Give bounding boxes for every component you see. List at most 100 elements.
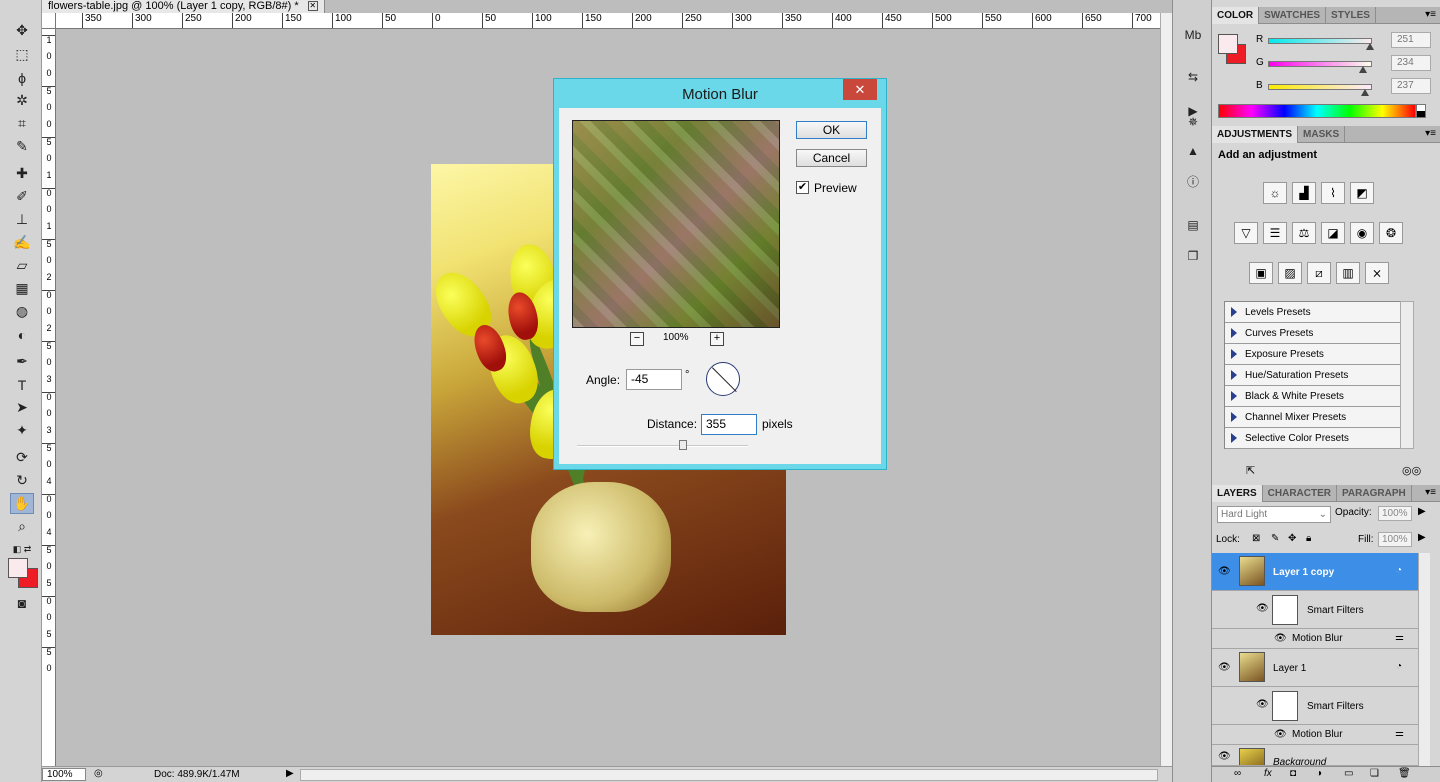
info-icon[interactable]: ⓘ (1181, 170, 1205, 192)
channel-mixer-icon[interactable]: ❂ (1379, 222, 1403, 244)
eyedropper-tool-icon[interactable]: ✎ (10, 136, 34, 157)
path-selection-tool-icon[interactable]: ➤ (10, 397, 34, 418)
lock-all-icon[interactable]: 🔒︎ (1306, 533, 1311, 544)
smart-filters-row[interactable]: 👁︎ Smart Filters (1212, 687, 1418, 725)
tab-color[interactable]: COLOR (1212, 7, 1260, 24)
layer-name[interactable]: Layer 1 copy (1273, 567, 1334, 578)
status-menu-arrow-icon[interactable]: ▶ (286, 768, 294, 779)
expand-view-icon[interactable]: ⇱ (1246, 464, 1255, 477)
histogram-icon[interactable]: ▲ (1181, 140, 1205, 162)
foreground-color-swatch[interactable] (8, 558, 28, 578)
mini-bridge-icon[interactable]: Mb (1181, 24, 1205, 46)
layer-mask-icon[interactable]: ◘ (1290, 768, 1296, 779)
history-icon[interactable]: ⇆ (1181, 66, 1205, 88)
ruler-origin[interactable] (42, 13, 56, 29)
blue-channel-slider[interactable]: B 237 (1256, 78, 1436, 98)
panel-menu-icon[interactable]: ▾≡ (1425, 128, 1436, 139)
layer-style-icon[interactable]: fx (1264, 768, 1272, 779)
color-spectrum-bar[interactable] (1218, 104, 1416, 118)
gradient-tool-icon[interactable]: ▦ (10, 278, 34, 299)
preset-item[interactable]: Curves Presets (1225, 323, 1413, 344)
fill-field[interactable]: 100% (1378, 532, 1412, 547)
panel-menu-icon[interactable]: ▾≡ (1425, 9, 1436, 20)
preview-checkbox[interactable]: ✔ (796, 181, 809, 194)
clone-source-icon[interactable]: ❐ (1181, 245, 1205, 267)
lock-transparency-icon[interactable]: ⊠ (1252, 533, 1260, 544)
close-icon[interactable]: ✕ (307, 1, 318, 12)
visibility-eye-icon[interactable]: 👁︎ (1218, 566, 1231, 577)
red-channel-slider[interactable]: R 251 (1256, 32, 1436, 52)
angle-dial[interactable] (706, 362, 740, 396)
distance-slider-thumb[interactable] (679, 440, 688, 450)
tab-character[interactable]: CHARACTER (1263, 485, 1337, 502)
hue-saturation-icon[interactable]: ☰ (1263, 222, 1287, 244)
notes-icon[interactable]: ▤ (1181, 214, 1205, 236)
horizontal-ruler[interactable]: 350 300 250 200 150 100 50 0 50 100 150 200 250 300 35… (56, 13, 1160, 29)
disclosure-triangle-icon[interactable] (1231, 412, 1237, 423)
tab-styles[interactable]: STYLES (1326, 7, 1376, 24)
blending-options-icon[interactable]: ⚌ (1395, 632, 1404, 643)
green-channel-slider[interactable]: G 234 (1256, 55, 1436, 75)
layer-name[interactable]: Background (1273, 757, 1326, 765)
status-info-icon[interactable]: ◎ (94, 768, 103, 779)
3d-rotate-tool-icon[interactable]: ⟳ (10, 447, 34, 468)
visibility-eye-icon[interactable]: 👁︎ (1218, 751, 1231, 762)
blue-slider-thumb[interactable] (1360, 89, 1369, 96)
layers-scrollbar[interactable] (1418, 553, 1430, 766)
invert-icon[interactable]: ▣ (1249, 262, 1273, 284)
magic-wand-tool-icon[interactable]: ✲ (10, 90, 34, 111)
healing-brush-tool-icon[interactable]: ✚ (10, 163, 34, 184)
selective-color-icon[interactable]: ⨯ (1365, 262, 1389, 284)
vertical-ruler[interactable]: 1 0 0 5 0 0 5 0 1 0 0 1 5 0 2 0 0 2 5 0 3 0 0 3 5 0 4 0 0 4 5 0 5 0 0 5 5 0 (42, 29, 56, 766)
lasso-tool-icon[interactable]: ϕ (10, 67, 34, 88)
visibility-eye-icon[interactable]: 👁︎ (1256, 603, 1269, 614)
clip-to-layer-icon[interactable]: ◎◎ (1402, 464, 1421, 477)
posterize-icon[interactable]: ▨ (1278, 262, 1302, 284)
levels-icon[interactable]: ▟ (1292, 182, 1316, 204)
new-layer-icon[interactable]: ❏ (1370, 768, 1379, 779)
blending-options-icon[interactable]: ⚌ (1395, 728, 1404, 739)
color-panel-foreground-swatch[interactable] (1218, 34, 1238, 54)
ok-button[interactable]: OK (796, 121, 867, 139)
blue-value-field[interactable]: 237 (1391, 78, 1431, 94)
visibility-eye-icon[interactable]: 👁︎ (1274, 729, 1287, 740)
panel-menu-icon[interactable]: ▾≡ (1425, 487, 1436, 498)
layer-row-layer-1[interactable]: 👁︎ Layer 1 ◔ (1212, 649, 1418, 687)
angle-input[interactable]: -45 (626, 369, 682, 390)
type-tool-icon[interactable]: T (10, 374, 34, 395)
disclosure-triangle-icon[interactable] (1231, 433, 1237, 444)
crop-tool-icon[interactable]: ⌗ (10, 113, 34, 134)
distance-slider-track[interactable] (577, 445, 748, 447)
dodge-tool-icon[interactable]: ◐ (10, 324, 34, 345)
dialog-titlebar[interactable]: Motion Blur ✕ (554, 79, 886, 108)
blend-mode-select[interactable]: Hard Light ⌄ (1217, 506, 1331, 523)
history-brush-tool-icon[interactable]: ✍ (10, 232, 34, 253)
vertical-scrollbar[interactable] (1160, 13, 1172, 766)
filter-row-motion-blur[interactable]: 👁︎ Motion Blur ⚌ (1212, 725, 1418, 745)
curves-icon[interactable]: ⌇ (1321, 182, 1345, 204)
tab-layers[interactable]: LAYERS (1212, 485, 1263, 502)
default-colors-icon[interactable]: ◧ ⇄ (10, 539, 34, 560)
green-slider-thumb[interactable] (1359, 66, 1368, 73)
tab-swatches[interactable]: SWATCHES (1259, 7, 1327, 24)
lock-position-icon[interactable]: ✥ (1288, 533, 1296, 544)
zoom-out-button[interactable]: − (630, 332, 644, 346)
layer-row-layer-1-copy[interactable]: 👁︎ Layer 1 copy ◔ (1212, 553, 1418, 591)
black-white-icon[interactable]: ◪ (1321, 222, 1345, 244)
3d-orbit-tool-icon[interactable]: ↻ (10, 470, 34, 491)
black-white-picker[interactable] (1416, 104, 1426, 118)
filter-name[interactable]: Motion Blur (1292, 633, 1343, 644)
delete-layer-icon[interactable]: 🗑︎ (1398, 768, 1411, 779)
layer-row-background[interactable]: 👁︎ Background (1212, 745, 1418, 766)
vibrance-icon[interactable]: ▽ (1234, 222, 1258, 244)
disclosure-triangle-icon[interactable] (1231, 391, 1237, 402)
color-balance-icon[interactable]: ⚖ (1292, 222, 1316, 244)
threshold-icon[interactable]: ⧄ (1307, 262, 1331, 284)
fill-arrow-icon[interactable]: ▶ (1418, 532, 1426, 543)
close-icon[interactable]: ✕ (843, 79, 877, 100)
link-layers-icon[interactable]: ∞ (1234, 768, 1241, 779)
presets-scrollbar[interactable] (1400, 301, 1414, 449)
red-value-field[interactable]: 251 (1391, 32, 1431, 48)
marquee-tool-icon[interactable]: ⬚ (10, 44, 34, 65)
zoom-tool-icon[interactable]: ⌕ (10, 516, 34, 537)
